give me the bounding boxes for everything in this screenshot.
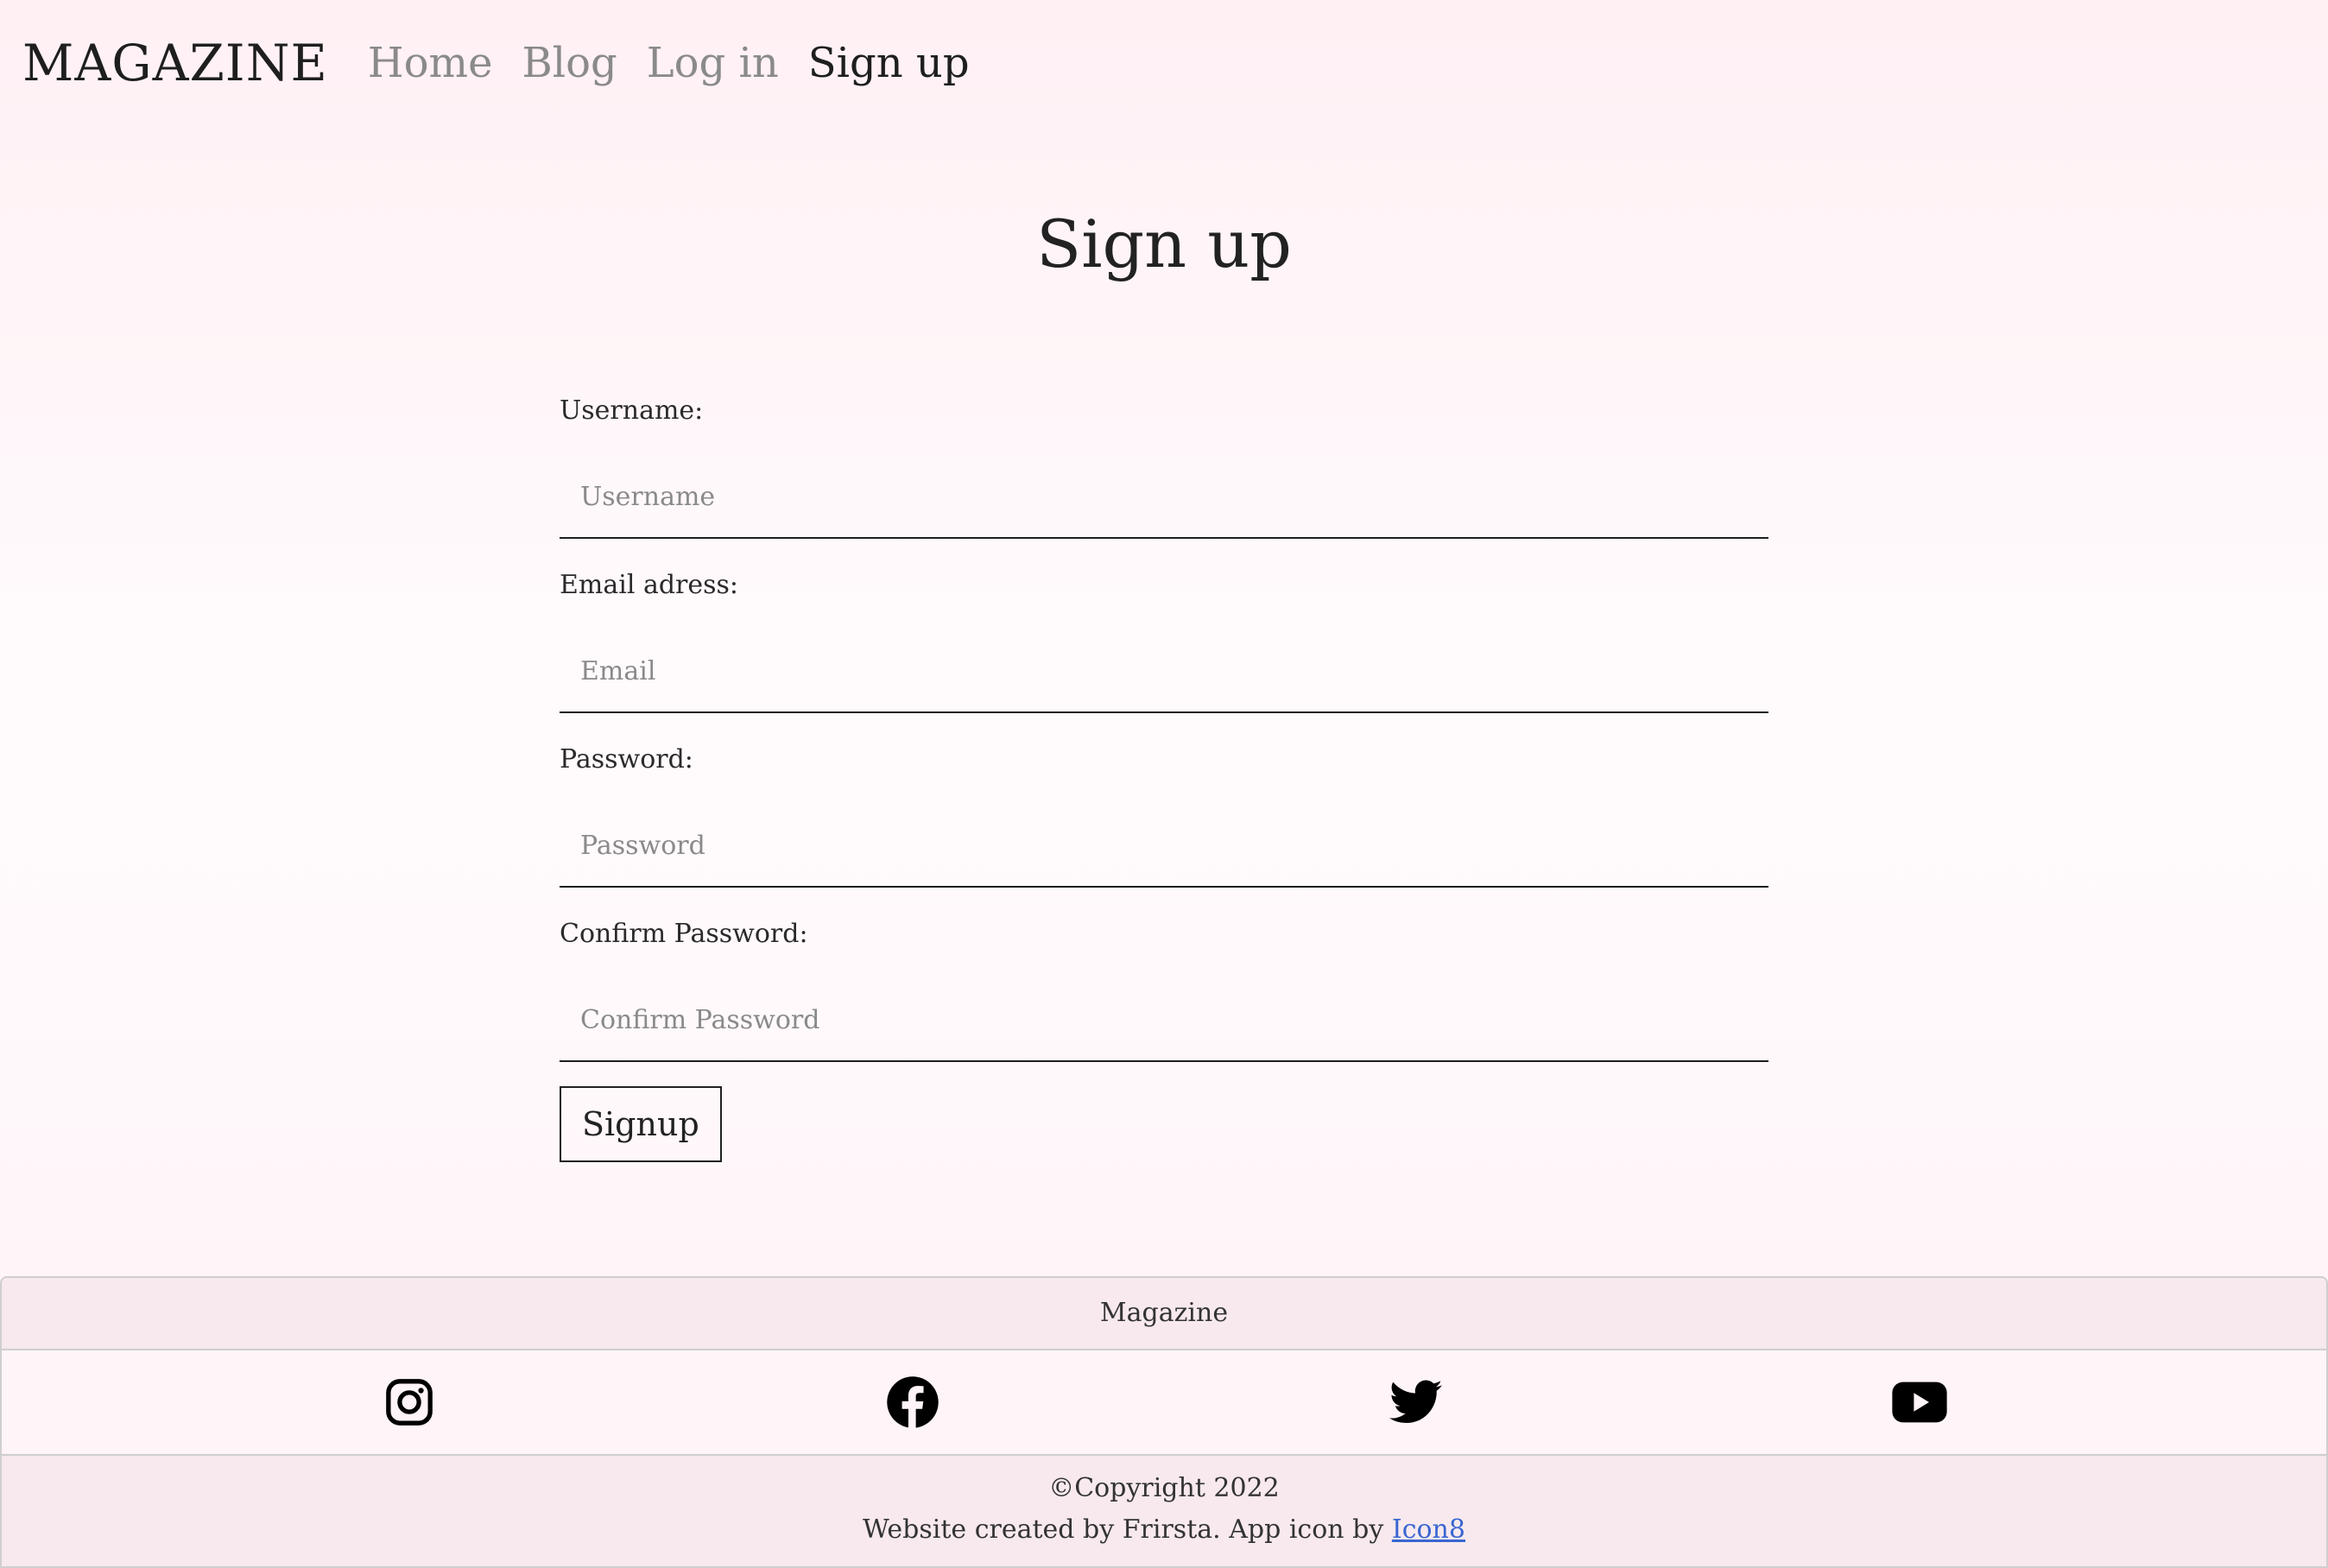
top-nav: MAGAZINE Home Blog Log in Sign up bbox=[22, 24, 999, 102]
social-icons-row bbox=[2, 1350, 2326, 1456]
password-label: Password: bbox=[560, 744, 693, 775]
signup-button[interactable]: Signup bbox=[560, 1086, 722, 1162]
page-title: Sign up bbox=[1036, 205, 1292, 282]
credit-text: Website created by Frirsta. App icon by bbox=[863, 1514, 1392, 1545]
footer-bottom: ©Copyright 2022 Website created by Frirs… bbox=[2, 1456, 2326, 1566]
nav-link-home[interactable]: Home bbox=[368, 39, 493, 87]
brand-logo[interactable]: MAGAZINE bbox=[22, 34, 328, 92]
instagram-icon[interactable] bbox=[381, 1374, 438, 1431]
twitter-icon[interactable] bbox=[1388, 1374, 1445, 1431]
copyright-text: ©Copyright 2022 bbox=[1048, 1473, 1280, 1503]
nav-link-blog[interactable]: Blog bbox=[522, 39, 617, 87]
username-label: Username: bbox=[560, 395, 704, 426]
confirm-password-input[interactable] bbox=[560, 979, 1768, 1062]
facebook-icon[interactable] bbox=[884, 1374, 941, 1431]
email-input[interactable] bbox=[560, 630, 1768, 713]
credit-line: Website created by Frirsta. App icon by … bbox=[2, 1509, 2326, 1551]
confirm-password-label: Confirm Password: bbox=[560, 919, 808, 949]
password-input[interactable] bbox=[560, 805, 1768, 888]
nav-link-signup[interactable]: Sign up bbox=[808, 39, 970, 87]
footer: Magazine ©Copyright 2022 Website created… bbox=[0, 1276, 2328, 1568]
nav-link-login[interactable]: Log in bbox=[647, 39, 779, 87]
username-input[interactable] bbox=[560, 456, 1768, 539]
footer-title: Magazine bbox=[2, 1278, 2326, 1350]
youtube-icon[interactable] bbox=[1891, 1374, 1948, 1431]
icons8-link[interactable]: Icon8 bbox=[1392, 1514, 1465, 1545]
signup-form: Username: Email adress: Password: Confir… bbox=[560, 389, 1768, 1162]
email-label: Email adress: bbox=[560, 570, 739, 600]
